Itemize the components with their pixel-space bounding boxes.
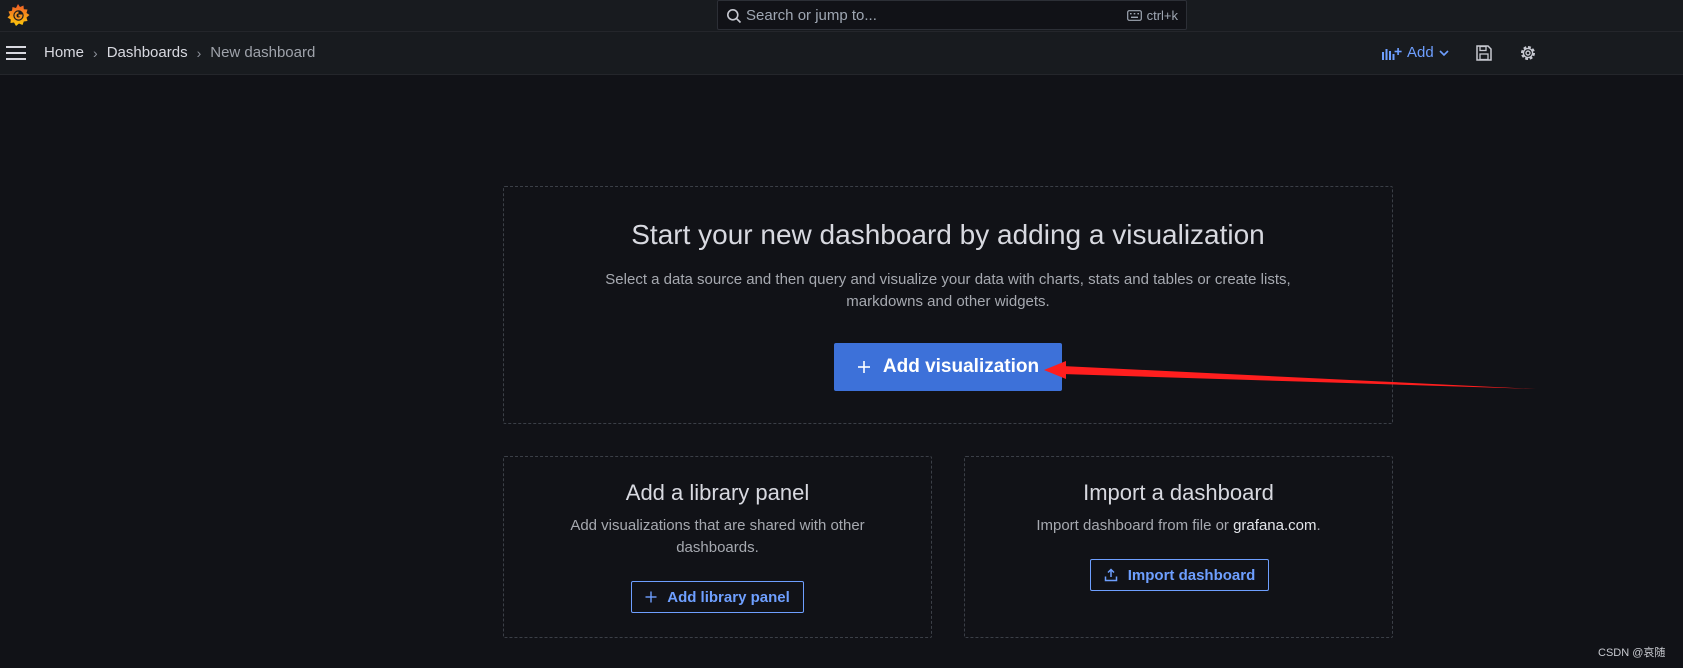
import-dashboard-button[interactable]: Import dashboard (1090, 559, 1269, 591)
nav-bar: Home › Dashboards › New dashboard Add (0, 32, 1683, 75)
import-card-description: Import dashboard from file or grafana.co… (1005, 515, 1352, 537)
breadcrumb: Home › Dashboards › New dashboard (44, 44, 315, 61)
import-dashboard-label: Import dashboard (1127, 566, 1256, 584)
import-desc-prefix: Import dashboard from file or (1036, 517, 1234, 534)
grafana-com-link[interactable]: grafana.com (1233, 517, 1316, 534)
search-box[interactable]: Search or jump to... ctrl+k (717, 0, 1187, 30)
breadcrumb-current: New dashboard (210, 44, 316, 61)
shortcut-label: ctrl+k (1146, 8, 1178, 23)
search-placeholder: Search or jump to... (746, 7, 877, 24)
main-card-description: Select a data source and then query and … (605, 271, 1291, 310)
library-panel-card: Add a library panel Add visualizations t… (503, 456, 932, 638)
plus-icon (857, 361, 870, 373)
top-bar: Search or jump to... ctrl+k (0, 0, 1683, 32)
add-menu-button[interactable]: Add (1382, 44, 1449, 61)
hamburger-menu-icon[interactable] (6, 44, 26, 62)
add-library-panel-label: Add library panel (667, 588, 790, 606)
breadcrumb-dashboards[interactable]: Dashboards (107, 44, 188, 61)
import-dashboard-card: Import a dashboard Import dashboard from… (964, 456, 1393, 638)
keyboard-icon (1126, 10, 1142, 21)
upload-icon (1104, 568, 1117, 582)
breadcrumb-separator: › (93, 44, 98, 61)
breadcrumb-separator: › (196, 44, 202, 61)
main-card-title: Start your new dashboard by adding a vis… (631, 219, 1265, 250)
add-menu-label: Add (1407, 44, 1434, 61)
plus-icon (645, 591, 657, 603)
add-visualization-button[interactable]: Add visualization (834, 343, 1062, 391)
library-card-description: Add visualizations that are shared with … (570, 517, 865, 556)
grafana-logo[interactable] (4, 2, 32, 30)
library-card-title: Add a library panel (625, 480, 810, 505)
save-icon[interactable] (1475, 44, 1493, 62)
breadcrumb-home[interactable]: Home (44, 44, 84, 61)
import-card-title: Import a dashboard (1083, 480, 1274, 505)
add-visualization-label: Add visualization (882, 356, 1040, 377)
add-visualization-card: Start your new dashboard by adding a vis… (503, 186, 1393, 424)
chevron-down-icon (1439, 49, 1449, 56)
search-shortcut: ctrl+k (1126, 8, 1178, 23)
search-icon (727, 9, 742, 24)
add-panel-icon (1382, 47, 1402, 60)
import-desc-suffix: . (1316, 517, 1321, 534)
add-library-panel-button[interactable]: Add library panel (631, 581, 804, 613)
gear-icon[interactable] (1519, 44, 1537, 62)
watermark: CSDN @哀随 (1598, 647, 1666, 659)
